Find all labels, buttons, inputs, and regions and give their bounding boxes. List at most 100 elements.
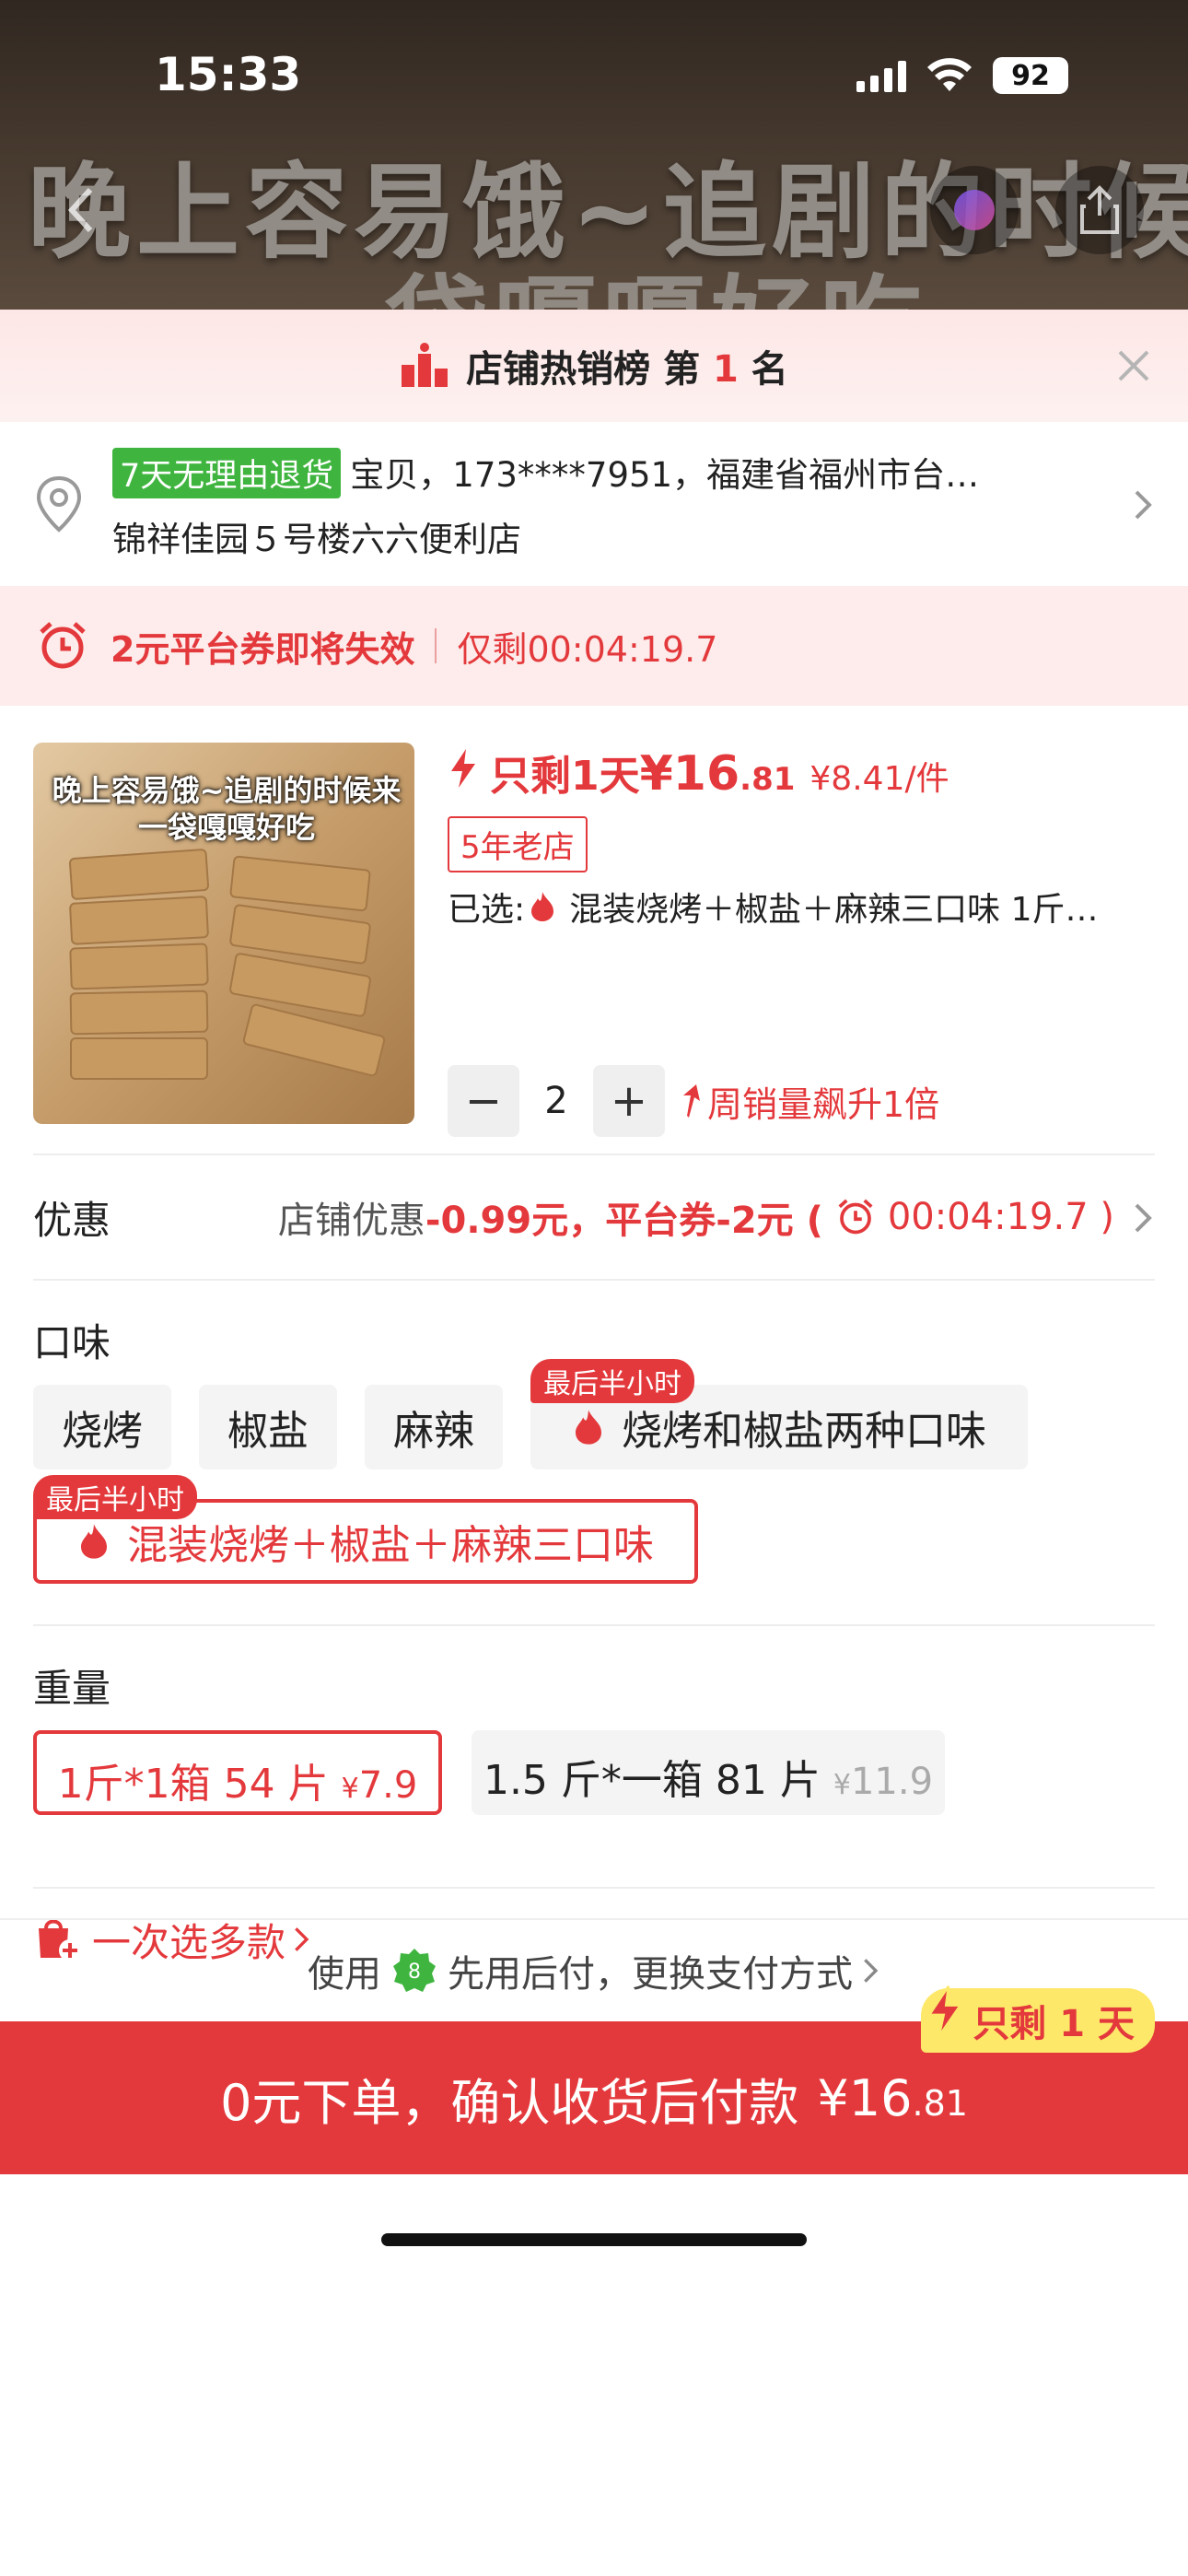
currency-symbol: ¥ bbox=[833, 1769, 851, 1801]
flavor-option-label: 麻辣 bbox=[393, 1408, 474, 1455]
countdown-badge-text: 只剩 1 天 bbox=[973, 2003, 1135, 2045]
discount-row[interactable]: 优惠 店铺优惠 -0.99元 ， 平台券-2元 ( 00:04:19.7 ) bbox=[0, 1155, 1188, 1279]
address-recipient: 宝贝，173****7951，福建省福州市台… bbox=[350, 455, 980, 495]
close-icon[interactable] bbox=[1111, 343, 1157, 389]
increase-button[interactable]: + bbox=[593, 1065, 665, 1137]
trend-up-icon bbox=[683, 1084, 700, 1118]
limited-time-badge: 最后半小时 bbox=[33, 1475, 197, 1519]
flame-icon bbox=[531, 892, 554, 921]
sales-trend-text: 周销量飙升1倍 bbox=[707, 1083, 940, 1125]
flame-icon bbox=[81, 1524, 107, 1559]
coupon-countdown: 仅剩00:04:19.7 bbox=[457, 628, 718, 670]
weight-options: 1斤*1箱 54 片 ¥7.9 1.5 斤*一箱 81 片 ¥11.9 bbox=[0, 1730, 1188, 1887]
toast-slice bbox=[68, 848, 210, 901]
return-policy-tag: 7天无理由退货 bbox=[112, 448, 342, 498]
order-button-label: 0元下单，确认收货后付款 bbox=[220, 2073, 799, 2132]
product-thumbnail[interactable]: 晚上容易饿~追剧的时候来 一袋嘎嘎好吃 bbox=[33, 743, 414, 1124]
flavor-option-salt-pepper[interactable]: 椒盐 bbox=[199, 1385, 337, 1469]
payment-method-text: 先用后付，更换支付方式 bbox=[448, 1953, 853, 1996]
flavor-option-label: 烧烤和椒盐两种口味 bbox=[622, 1408, 986, 1455]
chevron-right-icon bbox=[1135, 1203, 1152, 1233]
weight-option-label: 1斤*1箱 54 片 bbox=[57, 1761, 329, 1808]
weight-option-1jin[interactable]: 1斤*1箱 54 片 ¥7.9 bbox=[33, 1730, 442, 1815]
toast-slice bbox=[69, 943, 209, 990]
selected-sku: 已选: 混装烧烤＋椒盐＋麻辣三口味 1斤… bbox=[448, 883, 1166, 931]
address-line1: 7天无理由退货 宝贝，173****7951，福建省福州市台… bbox=[112, 447, 1079, 498]
flavor-option-bbq[interactable]: 烧烤 bbox=[33, 1385, 171, 1469]
rank-text: 店铺热销榜 第 1 名 bbox=[466, 339, 788, 392]
status-bar: 15:33 92 bbox=[0, 0, 1188, 138]
shop-rank-banner: 店铺热销榜 第 1 名 bbox=[0, 310, 1188, 422]
status-icons: 92 bbox=[856, 57, 1068, 94]
weight-section-title: 重量 bbox=[33, 1666, 111, 1711]
payment-prefix: 使用 bbox=[308, 1953, 381, 1996]
currency-symbol: ¥ bbox=[341, 1773, 359, 1805]
chevron-right-icon bbox=[864, 1959, 879, 1983]
flavor-option-label: 烧烤 bbox=[62, 1408, 143, 1455]
alarm-clock-icon bbox=[838, 1199, 873, 1235]
discount-label: 优惠 bbox=[33, 1197, 111, 1243]
decrease-button[interactable]: − bbox=[448, 1065, 519, 1137]
quantity-stepper: − 2 + 周销量飙升1倍 bbox=[448, 1065, 939, 1137]
thumbnail-caption: 晚上容易饿~追剧的时候来 一袋嘎嘎好吃 bbox=[42, 772, 411, 846]
weight-option-price: 7.9 bbox=[358, 1764, 418, 1807]
flavor-option-two-flavors[interactable]: 最后半小时 烧烤和椒盐两种口味 bbox=[530, 1359, 1028, 1469]
coupon-expiry-bar: 2元平台券即将失效 仅剩00:04:19.7 bbox=[0, 586, 1188, 706]
toast-slice bbox=[229, 855, 371, 912]
discount-separator: ， bbox=[568, 1200, 606, 1242]
limited-time-badge: 最后半小时 bbox=[530, 1359, 694, 1403]
weight-option-label: 1.5 斤*一箱 81 片 bbox=[483, 1757, 821, 1804]
price-main: ¥16 bbox=[639, 746, 740, 802]
rank-number: 1 bbox=[713, 348, 739, 391]
flavor-option-label: 混装烧烤＋椒盐＋麻辣三口味 bbox=[127, 1522, 654, 1569]
platform-coupon-timer: 00:04:19.7 ) bbox=[887, 1196, 1114, 1238]
toast-slice bbox=[69, 989, 209, 1036]
place-order-button[interactable]: 0元下单，确认收货后付款 ¥16.81 只剩 1 天 bbox=[0, 1985, 1188, 2174]
quantity-value[interactable]: 2 bbox=[519, 1080, 593, 1122]
price-row: 只剩1天 ¥16 .81 ¥8.41/件 bbox=[448, 743, 949, 802]
shop-discount-label: 店铺优惠 bbox=[277, 1200, 425, 1242]
flavor-option-mixed[interactable]: 最后半小时 混装烧烤＋椒盐＋麻辣三口味 bbox=[33, 1475, 698, 1584]
flash-label: 只剩1天 bbox=[490, 753, 640, 800]
wifi-icon bbox=[927, 58, 972, 91]
ranking-icon bbox=[402, 343, 448, 387]
thumbnail-caption-line1: 晚上容易饿~追剧的时候来 bbox=[52, 773, 402, 808]
chevron-right-icon bbox=[1135, 490, 1152, 520]
rank-suffix: 名 bbox=[738, 348, 788, 391]
back-icon[interactable] bbox=[37, 166, 125, 254]
divider bbox=[435, 628, 437, 663]
toast-slice bbox=[68, 896, 210, 945]
battery-icon: 92 bbox=[993, 57, 1068, 94]
address-line2: 锦祥佳园５号楼六六便利店 bbox=[112, 520, 521, 559]
thumbnail-caption-line2: 一袋嘎嘎好吃 bbox=[137, 810, 315, 845]
pay-later-icon: 8 bbox=[393, 1949, 436, 1992]
cellular-signal-icon bbox=[856, 59, 906, 92]
shop-age-badge: 5年老店 bbox=[448, 816, 588, 872]
selected-prefix: 已选: bbox=[448, 891, 526, 929]
toast-slice bbox=[70, 1037, 208, 1080]
discount-info: 店铺优惠 -0.99元 ， 平台券-2元 ( 00:04:19.7 ) bbox=[278, 1190, 1114, 1244]
price-decimal: .81 bbox=[740, 761, 796, 798]
home-indicator bbox=[381, 2233, 807, 2246]
order-price-decimal: .81 bbox=[912, 2082, 968, 2124]
favorite-icon[interactable] bbox=[930, 166, 1019, 254]
alarm-clock-icon bbox=[40, 622, 86, 669]
flame-icon bbox=[576, 1410, 601, 1445]
product-summary: 晚上容易饿~追剧的时候来 一袋嘎嘎好吃 只剩1天 ¥16 .81 ¥8.41/件… bbox=[0, 706, 1188, 1153]
weight-option-price: 11.9 bbox=[850, 1761, 934, 1803]
weight-option-1-5jin[interactable]: 1.5 斤*一箱 81 片 ¥11.9 bbox=[472, 1730, 945, 1815]
flavor-option-spicy[interactable]: 麻辣 bbox=[365, 1385, 503, 1469]
order-price-main: ¥16 bbox=[817, 2068, 913, 2127]
shipping-address[interactable]: 7天无理由退货 宝贝，173****7951，福建省福州市台… 锦祥佳园５号楼六六… bbox=[0, 422, 1188, 586]
sales-trend: 周销量飙升1倍 bbox=[680, 1076, 939, 1127]
platform-coupon-label: 平台券-2元 ( bbox=[605, 1200, 823, 1242]
share-icon[interactable] bbox=[1055, 166, 1144, 254]
countdown-badge: 只剩 1 天 bbox=[921, 1985, 1155, 2053]
flavor-option-label: 椒盐 bbox=[227, 1408, 309, 1455]
location-pin-icon bbox=[36, 475, 82, 533]
selected-value: 混装烧烤＋椒盐＋麻辣三口味 1斤… bbox=[569, 891, 1099, 929]
rank-prefix: 店铺热销榜 第 bbox=[466, 348, 714, 391]
shop-discount-value: -0.99元 bbox=[425, 1200, 569, 1242]
pay-later-icon-number: 8 bbox=[408, 1961, 421, 1984]
coupon-expiry-text: 2元平台券即将失效 bbox=[111, 628, 415, 670]
